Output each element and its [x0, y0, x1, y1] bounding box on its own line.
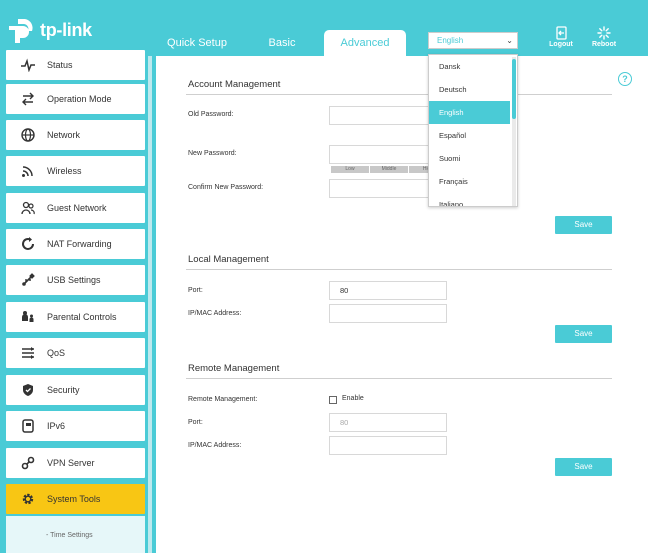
shield-icon	[23, 384, 33, 396]
parental-icon	[22, 311, 34, 322]
sidebar-item-qos[interactable]: QoS	[6, 338, 145, 368]
vpn-link-icon	[21, 456, 35, 470]
language-dropdown-list: Dansk Deutsch English Español Suomi Fran…	[428, 54, 518, 207]
sidebar-item-label: VPN Server	[47, 458, 95, 468]
section-divider	[186, 269, 612, 270]
strength-middle: Middle	[370, 166, 408, 173]
sidebar-item-label: Guest Network	[47, 203, 107, 213]
dropdown-scrollbar-thumb[interactable]	[512, 59, 516, 119]
sidebar-item-label: System Tools	[47, 494, 101, 504]
swap-icon	[22, 92, 34, 106]
language-select[interactable]: English ⌄	[428, 32, 518, 49]
usb-icon	[22, 273, 35, 286]
qos-lines-icon	[22, 347, 34, 359]
remote-ipmac-label: IP/MAC Address:	[188, 442, 242, 449]
tab-advanced[interactable]: Advanced	[324, 30, 406, 56]
remote-port-field[interactable]: 80	[329, 413, 447, 432]
remote-ipmac-field[interactable]	[329, 436, 447, 455]
logout-button[interactable]: Logout	[544, 26, 578, 48]
sidebar-item-nat-forwarding[interactable]: NAT Forwarding	[6, 229, 145, 259]
remote-port-label: Port:	[188, 419, 203, 426]
section-title-remote: Remote Management	[188, 363, 280, 374]
local-ipmac-field[interactable]	[329, 304, 447, 323]
sidebar-scrollbar[interactable]	[148, 56, 152, 553]
sidebar-item-label: Status	[47, 60, 73, 70]
sidebar: Status Operation Mode Network Wireless G…	[0, 50, 152, 553]
sidebar-item-network[interactable]: Network	[6, 120, 145, 150]
main-content: ? Account Management Old Password: New P…	[156, 56, 648, 553]
section-divider	[186, 94, 612, 95]
language-option-espanol[interactable]: Español	[429, 124, 510, 147]
remote-save-button[interactable]: Save	[555, 458, 612, 476]
help-icon[interactable]: ?	[618, 72, 632, 86]
sidebar-item-label: Wireless	[47, 166, 82, 176]
confirm-password-label: Confirm New Password:	[188, 184, 264, 191]
sidebar-item-ipv6[interactable]: IPv6	[6, 411, 145, 441]
sidebar-item-parental-controls[interactable]: Parental Controls	[6, 302, 145, 332]
logout-label: Logout	[549, 41, 573, 48]
sidebar-item-label: IPv6	[47, 421, 66, 431]
language-option-english[interactable]: English	[429, 101, 510, 124]
tab-basic[interactable]: Basic	[246, 30, 318, 56]
reboot-button[interactable]: Reboot	[587, 26, 621, 48]
globe-icon	[21, 128, 35, 142]
reboot-icon	[597, 26, 611, 40]
local-ipmac-label: IP/MAC Address:	[188, 310, 242, 317]
sidebar-item-label: USB Settings	[47, 275, 101, 285]
section-title-local: Local Management	[188, 254, 269, 265]
sidebar-item-label: Operation Mode	[47, 94, 112, 104]
language-select-value: English	[437, 36, 464, 45]
language-option-suomi[interactable]: Suomi	[429, 147, 510, 170]
sidebar-item-usb-settings[interactable]: USB Settings	[6, 265, 145, 295]
remote-enable-checkbox[interactable]	[329, 396, 337, 404]
section-title-account: Account Management	[188, 79, 281, 90]
sidebar-subitem-label: - Time Settings	[46, 532, 93, 539]
language-option-deutsch[interactable]: Deutsch	[429, 78, 510, 101]
sidebar-item-wireless[interactable]: Wireless	[6, 156, 145, 186]
sidebar-item-label: Network	[47, 130, 81, 140]
language-option-francais[interactable]: Français	[429, 170, 510, 193]
logout-icon	[555, 26, 567, 40]
sidebar-item-security[interactable]: Security	[6, 375, 145, 405]
sidebar-item-status[interactable]: Status	[6, 50, 145, 80]
tab-quick-setup[interactable]: Quick Setup	[158, 30, 236, 56]
sidebar-item-label: NAT Forwarding	[47, 239, 112, 249]
local-save-button[interactable]: Save	[555, 325, 612, 343]
language-option-italiano[interactable]: Italiano	[429, 193, 510, 206]
local-port-field[interactable]: 80	[329, 281, 447, 300]
language-option-dansk[interactable]: Dansk	[429, 55, 510, 78]
chevron-down-icon: ⌄	[506, 36, 513, 45]
pulse-icon	[21, 58, 35, 72]
section-divider	[186, 378, 612, 379]
brand-name: tp-link	[40, 20, 92, 40]
wifi-icon	[22, 166, 33, 177]
sidebar-item-guest-network[interactable]: Guest Network	[6, 193, 145, 223]
top-header: tp-link Quick Setup Basic Advanced Engli…	[0, 0, 648, 56]
old-password-label: Old Password:	[188, 111, 234, 118]
tp-link-logo-mark	[9, 19, 33, 43]
sidebar-item-vpn-server[interactable]: VPN Server	[6, 448, 145, 478]
gear-icon	[22, 493, 34, 505]
ipv6-icon	[22, 419, 34, 433]
remote-management-label: Remote Management:	[188, 396, 258, 403]
sidebar-item-label: Security	[47, 385, 80, 395]
guest-users-icon	[21, 201, 35, 215]
new-password-label: New Password:	[188, 150, 237, 157]
account-save-button[interactable]: Save	[555, 216, 612, 234]
nat-refresh-icon	[22, 237, 34, 250]
sidebar-subitem-time-settings[interactable]: - Time Settings	[6, 516, 145, 553]
local-port-label: Port:	[188, 287, 203, 294]
reboot-label: Reboot	[591, 41, 617, 48]
strength-low: Low	[331, 166, 369, 173]
sidebar-item-label: Parental Controls	[47, 312, 117, 322]
sidebar-item-system-tools[interactable]: System Tools	[6, 484, 145, 514]
sidebar-item-label: QoS	[47, 348, 66, 358]
tp-link-logo: tp-link	[6, 16, 96, 46]
sidebar-item-operation-mode[interactable]: Operation Mode	[6, 84, 145, 114]
remote-enable-label: Enable	[342, 395, 364, 402]
